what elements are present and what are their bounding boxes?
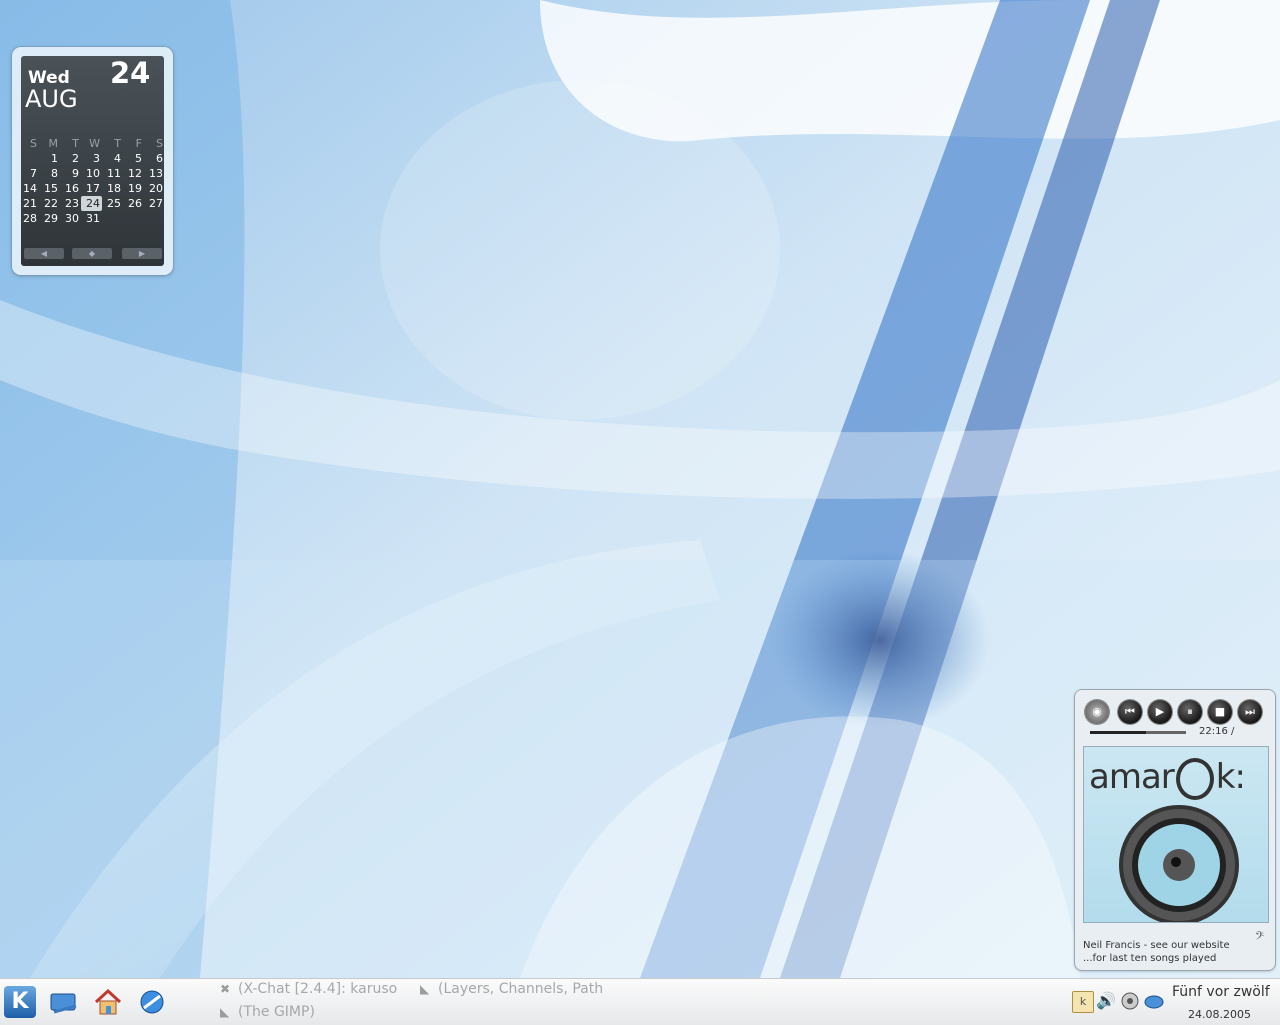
calendar-day-cell[interactable]: 5 [123, 151, 144, 166]
calendar-day-cell[interactable]: 10 [81, 166, 102, 181]
calendar-day-cell[interactable]: 25 [102, 196, 123, 211]
calendar-day-cell[interactable]: 31 [81, 211, 102, 226]
calendar-empty-cell [18, 151, 39, 166]
calendar-day-cell[interactable]: 13 [144, 166, 165, 181]
track-info-line1: Neil Francis - see our website [1083, 940, 1230, 951]
task-gimp[interactable]: ◣ (The GIMP) [220, 1003, 315, 1021]
calendar-day-cell[interactable]: 9 [60, 166, 81, 181]
calendar-weekday-header: M [48, 137, 59, 150]
network-icon[interactable] [1144, 991, 1164, 1011]
calendar-next-button[interactable]: ▶ [122, 248, 162, 259]
amarok-player-widget: ◉ ⏮ ▶ ⏸ ■ ⏭ 22:16 / amar k: Neil Francis … [1075, 690, 1275, 970]
calendar-day-cell[interactable]: 23 [60, 196, 81, 211]
bass-clef-icon: 𝄢 [1255, 930, 1265, 946]
task-gimp-layers[interactable]: ◣ (Layers, Channels, Path [420, 980, 603, 998]
calendar-day-cell[interactable]: 19 [123, 181, 144, 196]
calendar-day-cell[interactable]: 6 [144, 151, 165, 166]
gimp-icon: ◣ [220, 1005, 230, 1019]
calendar-day-cell[interactable]: 2 [60, 151, 81, 166]
speaker-icon [1119, 805, 1239, 922]
album-art: amar k: [1083, 746, 1269, 923]
desktop-icon[interactable] [48, 986, 80, 1018]
home-folder-icon[interactable] [92, 986, 124, 1018]
kde-panel: K ✖ (X-Chat [2.4.4]: karuso ◣ (Layers, Cha… [0, 978, 1280, 1025]
amarok-logo: amar k: [1089, 757, 1246, 800]
play-icon[interactable]: ▶ [1148, 700, 1172, 724]
clock-date[interactable]: 24.08.2005 [1188, 1008, 1251, 1021]
calendar-prev-button[interactable]: ◀ [24, 248, 64, 259]
track-progress-bar[interactable] [1090, 731, 1186, 734]
calendar-empty-cell [123, 211, 144, 226]
k-menu-icon[interactable]: K [4, 986, 36, 1018]
task-label: (The GIMP) [238, 1004, 315, 1020]
calendar-day-cell[interactable]: 28 [18, 211, 39, 226]
gimp-icon: ◣ [420, 982, 430, 996]
calendar-day-cell[interactable]: 30 [60, 211, 81, 226]
calendar-day-cell[interactable]: 29 [39, 211, 60, 226]
amarok-disc-icon[interactable]: ◉ [1085, 700, 1109, 724]
calendar-day-cell[interactable]: 26 [123, 196, 144, 211]
calendar-day-cell[interactable]: 8 [39, 166, 60, 181]
task-xchat[interactable]: ✖ (X-Chat [2.4.4]: karuso [220, 980, 397, 998]
volume-icon[interactable]: 🔊 [1096, 991, 1116, 1011]
calendar-day-cell[interactable]: 4 [102, 151, 123, 166]
calendar-day-cell[interactable]: 22 [39, 196, 60, 211]
calendar-day-cell[interactable]: 21 [18, 196, 39, 211]
calendar-weekday-header: W [89, 137, 100, 150]
calendar-empty-cell [102, 211, 123, 226]
calendar-day-cell[interactable]: 11 [102, 166, 123, 181]
calendar-day-cell[interactable]: 14 [18, 181, 39, 196]
calendar-day-cell[interactable]: 1 [39, 151, 60, 166]
pause-icon[interactable]: ⏸ [1178, 700, 1202, 724]
calendar-today-button[interactable]: ◆ [72, 248, 112, 259]
calendar-day-cell[interactable]: 15 [39, 181, 60, 196]
calendar-day-cell[interactable]: 16 [60, 181, 81, 196]
calendar-weekday-header: T [114, 137, 121, 150]
previous-track-icon[interactable]: ⏮ [1118, 700, 1142, 724]
calendar-weekday-header: S [156, 137, 163, 150]
calendar-day-cell[interactable]: 12 [123, 166, 144, 181]
calendar-day-cell[interactable]: 7 [18, 166, 39, 181]
calendar-day-cell[interactable]: 3 [81, 151, 102, 166]
amarok-tray-icon[interactable] [1120, 991, 1140, 1011]
calendar-weekday-header: S [30, 137, 37, 150]
track-progress-fill [1090, 731, 1146, 734]
clock-fuzzy-time[interactable]: Fünf vor zwölf [1172, 984, 1270, 1000]
calendar-day-cell[interactable]: 20 [144, 181, 165, 196]
calendar-month: AUG [25, 85, 78, 113]
calendar-day-cell[interactable]: 27 [144, 196, 165, 211]
track-info-line2: ...for last ten songs played [1083, 953, 1217, 964]
calendar-empty-cell [144, 211, 165, 226]
calendar-month-grid: S M T W T F S 1 2 3 4 5 6 7 8 9 10 11 12 13 14 15 16 17 18 19 20 21… [18, 136, 173, 226]
calendar-day-cell[interactable]: 18 [102, 181, 123, 196]
track-info: Neil Francis - see our website ...for la… [1083, 939, 1230, 965]
xchat-icon: ✖ [220, 982, 231, 996]
track-time: 22:16 / [1199, 726, 1235, 737]
konqueror-icon[interactable] [136, 986, 168, 1018]
next-track-icon[interactable]: ⏭ [1238, 700, 1262, 724]
calendar-day: 24 [110, 56, 151, 90]
stop-icon[interactable]: ■ [1208, 700, 1232, 724]
klipper-icon[interactable]: k [1072, 991, 1094, 1013]
calendar-weekday-header: F [135, 137, 142, 150]
calendar-navigation: ◀ ◆ ▶ [12, 248, 162, 260]
calendar-weekday-header: T [72, 137, 79, 150]
calendar-day-cell[interactable]: 17 [81, 181, 102, 196]
calendar-day-cell[interactable]: 24 [81, 196, 102, 211]
task-label: (Layers, Channels, Path [438, 981, 604, 997]
task-label: (X-Chat [2.4.4]: karuso [238, 981, 398, 997]
